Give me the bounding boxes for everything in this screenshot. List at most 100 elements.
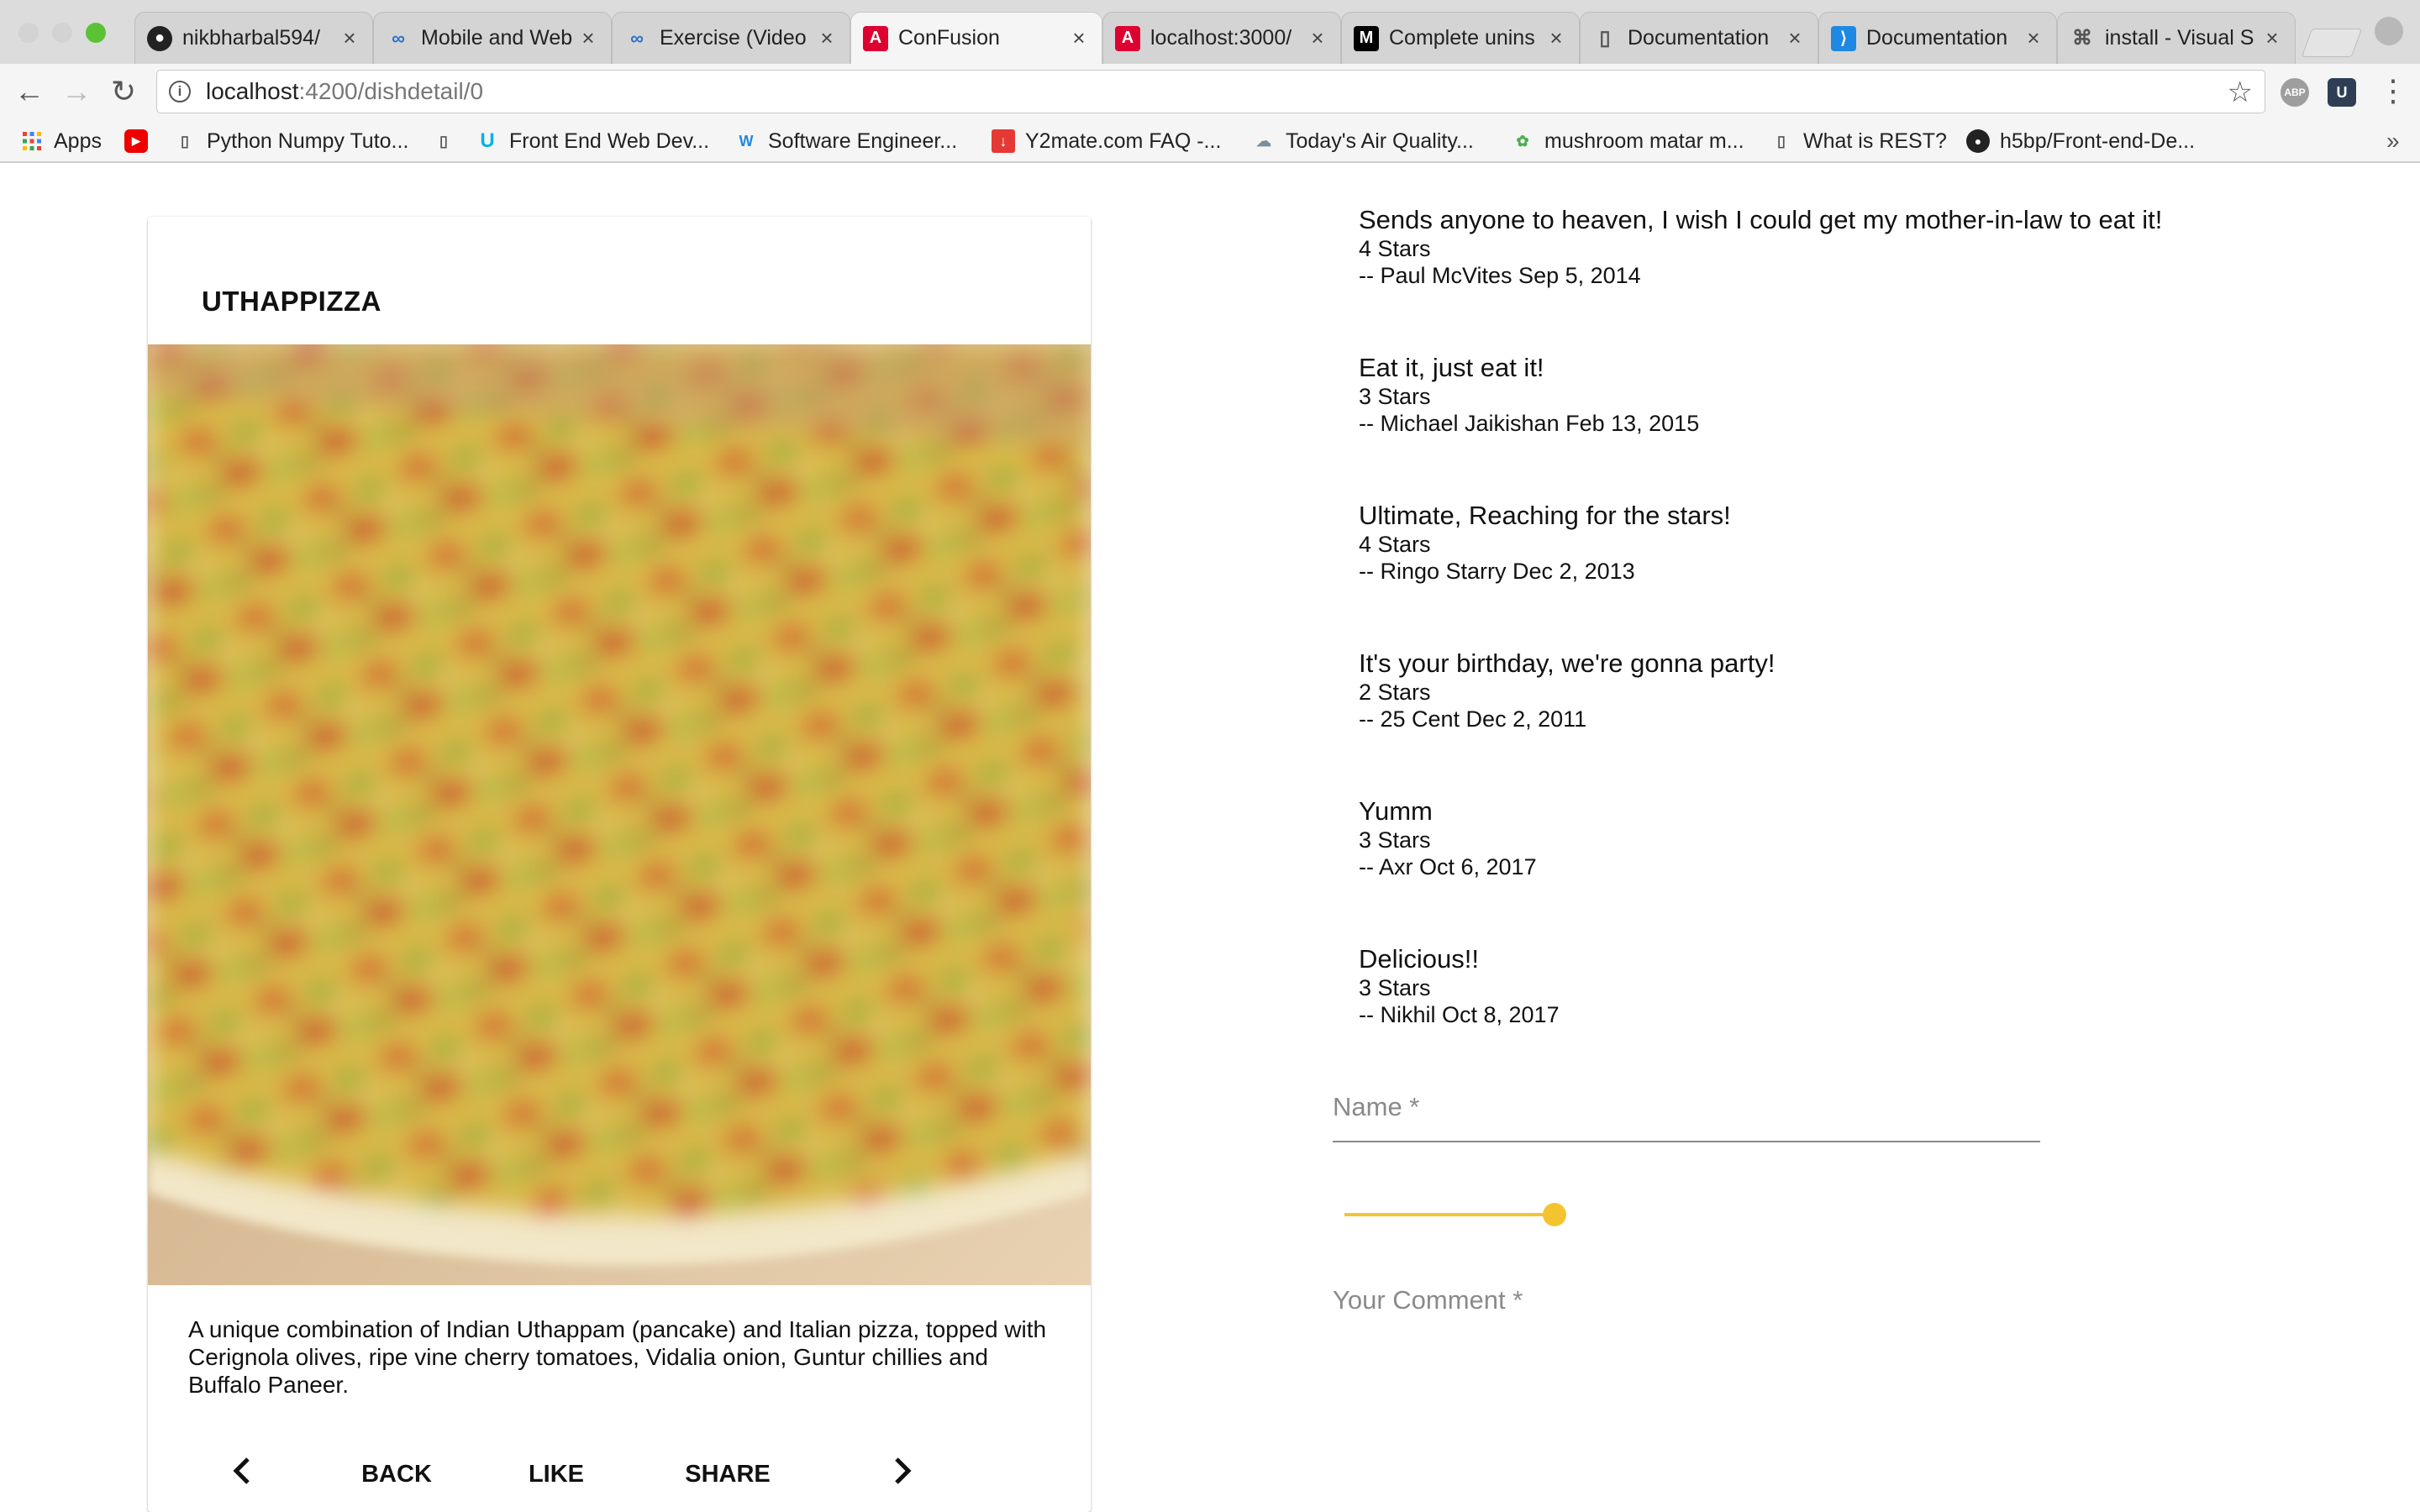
list-item: Eat it, just eat it! 3 Stars -- Michael … xyxy=(1359,353,2367,501)
bookmark-blank[interactable]: ▯ xyxy=(432,128,466,155)
medium-icon: M xyxy=(1354,25,1379,51)
bookmark-python-numpy[interactable]: ▯ Python Numpy Tuto... xyxy=(173,128,408,155)
comment-byline: -- Axr Oct 6, 2017 xyxy=(1359,854,1537,879)
comment-text: Eat it, just eat it! xyxy=(1359,353,1544,382)
github-icon: ● xyxy=(1966,129,1990,153)
tab-medium[interactable]: M Complete unins × xyxy=(1341,12,1580,64)
tab-title: ConFusion xyxy=(898,26,1000,50)
close-icon[interactable]: × xyxy=(2261,25,2283,51)
tab-install-vscode[interactable]: ⌘ install - Visual S × xyxy=(2057,12,2296,64)
bookmark-label: h5bp/Front-end-De... xyxy=(2000,129,2196,153)
share-button[interactable]: SHARE xyxy=(669,1453,786,1495)
close-icon[interactable]: × xyxy=(2023,25,2044,51)
address-bar[interactable]: i localhost:4200/dishdetail/0 ☆ xyxy=(156,70,2265,113)
tab-confusion[interactable]: A ConFusion × xyxy=(850,12,1102,64)
document-icon: ▯ xyxy=(1599,27,1611,50)
back-arrow-icon[interactable]: ← xyxy=(10,72,49,111)
tab-title: nikbharbal594/ xyxy=(182,26,321,50)
rating-slider[interactable] xyxy=(1344,1200,1566,1230)
angular-icon: A xyxy=(1115,25,1140,51)
close-icon[interactable]: × xyxy=(1068,25,1090,51)
comment-text: Yumm xyxy=(1359,796,1433,826)
forward-arrow-icon[interactable]: → xyxy=(57,72,96,111)
comment-text: It's your birthday, we're gonna party! xyxy=(1359,648,1776,678)
slider-thumb[interactable] xyxy=(1543,1203,1566,1226)
close-icon[interactable]: × xyxy=(577,25,599,51)
tab-github[interactable]: ● nikbharbal594/ × xyxy=(134,12,373,64)
tab-title: Documentation xyxy=(1866,26,2008,50)
name-placeholder: Name * xyxy=(1333,1092,1420,1121)
tab-strip: ● nikbharbal594/ × ∞ Mobile and Web × ∞ … xyxy=(0,0,2420,64)
bookmark-apps[interactable]: Apps xyxy=(20,128,102,155)
w-icon: W xyxy=(739,132,754,150)
url-text[interactable]: localhost:4200/dishdetail/0 xyxy=(206,78,483,105)
tab-localhost-3000[interactable]: A localhost:3000/ × xyxy=(1102,12,1341,64)
bookmark-air-quality[interactable]: ☁ Today's Air Quality... xyxy=(1252,128,1474,155)
list-item: Ultimate, Reaching for the stars! 4 Star… xyxy=(1359,501,2367,648)
adblock-icon[interactable]: ABP xyxy=(2281,78,2309,107)
url-path: :4200/dishdetail/0 xyxy=(298,78,484,104)
next-button[interactable] xyxy=(879,1453,926,1495)
leaf-icon: ✿ xyxy=(1516,132,1529,150)
tab-title: Mobile and Web xyxy=(421,26,573,50)
comment-field[interactable]: Your Comment * xyxy=(1333,1285,2040,1336)
comment-rating: 3 Stars xyxy=(1359,827,1431,853)
name-field[interactable]: Name * xyxy=(1333,1092,2040,1142)
bookmark-label: Software Engineer... xyxy=(768,129,958,153)
profile-icon[interactable] xyxy=(2375,17,2403,45)
bookmark-what-is-rest[interactable]: ▯ What is REST? xyxy=(1770,128,1947,155)
tab-coursera-1[interactable]: ∞ Mobile and Web × xyxy=(373,12,612,64)
bookmark-label: Y2mate.com FAQ -... xyxy=(1025,129,1222,153)
close-icon[interactable]: × xyxy=(816,25,838,51)
browser-chrome: ● nikbharbal594/ × ∞ Mobile and Web × ∞ … xyxy=(0,0,2420,163)
back-button[interactable]: BACK xyxy=(346,1453,447,1495)
tab-coursera-2[interactable]: ∞ Exercise (Video × xyxy=(612,12,850,64)
new-tab-button[interactable] xyxy=(2301,29,2363,57)
list-item: Yumm 3 Stars -- Axr Oct 6, 2017 xyxy=(1359,796,2367,944)
bookmark-star-icon[interactable]: ☆ xyxy=(2228,76,2253,109)
chevron-right-icon[interactable]: » xyxy=(2386,128,2400,155)
cloud-icon: ☁ xyxy=(1256,132,1271,150)
bookmark-front-end[interactable]: U Front End Web Dev... xyxy=(476,128,709,155)
close-icon[interactable]: × xyxy=(339,25,360,51)
dish-description: A unique combination of Indian Uthappam … xyxy=(188,1316,1047,1398)
menu-icon[interactable]: ⋮ xyxy=(2378,74,2408,108)
dish-title: UTHAPPIZZA xyxy=(202,286,381,317)
tab-title: Documentation xyxy=(1628,26,1770,50)
extension-icon[interactable]: U xyxy=(2328,78,2356,107)
bookmark-mushroom[interactable]: ✿ mushroom matar m... xyxy=(1511,128,1744,155)
close-icon[interactable]: × xyxy=(1784,25,1806,51)
bookmark-h5bp[interactable]: ● h5bp/Front-end-De... xyxy=(1966,128,2195,155)
bookmark-label: Python Numpy Tuto... xyxy=(207,129,409,153)
minimize-window-button[interactable] xyxy=(52,23,72,43)
comment-byline: -- Michael Jaikishan Feb 13, 2015 xyxy=(1359,411,1700,436)
comment-rating: 3 Stars xyxy=(1359,975,1431,1000)
info-icon[interactable]: i xyxy=(169,81,191,102)
comment-text: Delicious!! xyxy=(1359,944,1479,974)
slider-track[interactable] xyxy=(1344,1213,1555,1216)
tab-title: install - Visual S xyxy=(2105,26,2254,50)
close-window-button[interactable] xyxy=(18,23,39,43)
close-icon[interactable]: × xyxy=(1545,25,1567,51)
browser-toolbar: ← → ↻ i localhost:4200/dishdetail/0 ☆ AB… xyxy=(0,64,2420,119)
udacity-icon: U xyxy=(480,129,495,152)
document-icon: ▯ xyxy=(439,132,448,150)
tab-documentation-1[interactable]: ▯ Documentation × xyxy=(1580,12,1818,64)
comment-text: Ultimate, Reaching for the stars! xyxy=(1359,501,1731,530)
comment-byline: -- Paul McVites Sep 5, 2014 xyxy=(1359,263,1641,288)
previous-button[interactable] xyxy=(218,1453,266,1495)
reload-icon[interactable]: ↻ xyxy=(104,72,143,111)
tab-documentation-2[interactable]: ⟩ Documentation × xyxy=(1818,12,2057,64)
bookmark-label: Front End Web Dev... xyxy=(509,129,710,153)
comments-list: Sends anyone to heaven, I wish I could g… xyxy=(1359,205,2367,1092)
bookmark-y2mate[interactable]: ↓ Y2mate.com FAQ -... xyxy=(992,128,1221,155)
like-button[interactable]: LIKE xyxy=(514,1453,598,1495)
download-icon: ↓ xyxy=(992,129,1015,153)
close-icon[interactable]: × xyxy=(1307,25,1328,51)
bookmark-software-engineer[interactable]: W Software Engineer... xyxy=(734,128,958,155)
bookmark-youtube[interactable]: ▶ xyxy=(124,128,158,155)
vscode-icon: ⟩ xyxy=(1831,25,1856,51)
list-item: It's your birthday, we're gonna party! 2… xyxy=(1359,648,2367,796)
bookmark-label: Today's Air Quality... xyxy=(1286,129,1474,153)
zoom-window-button[interactable] xyxy=(86,23,106,43)
